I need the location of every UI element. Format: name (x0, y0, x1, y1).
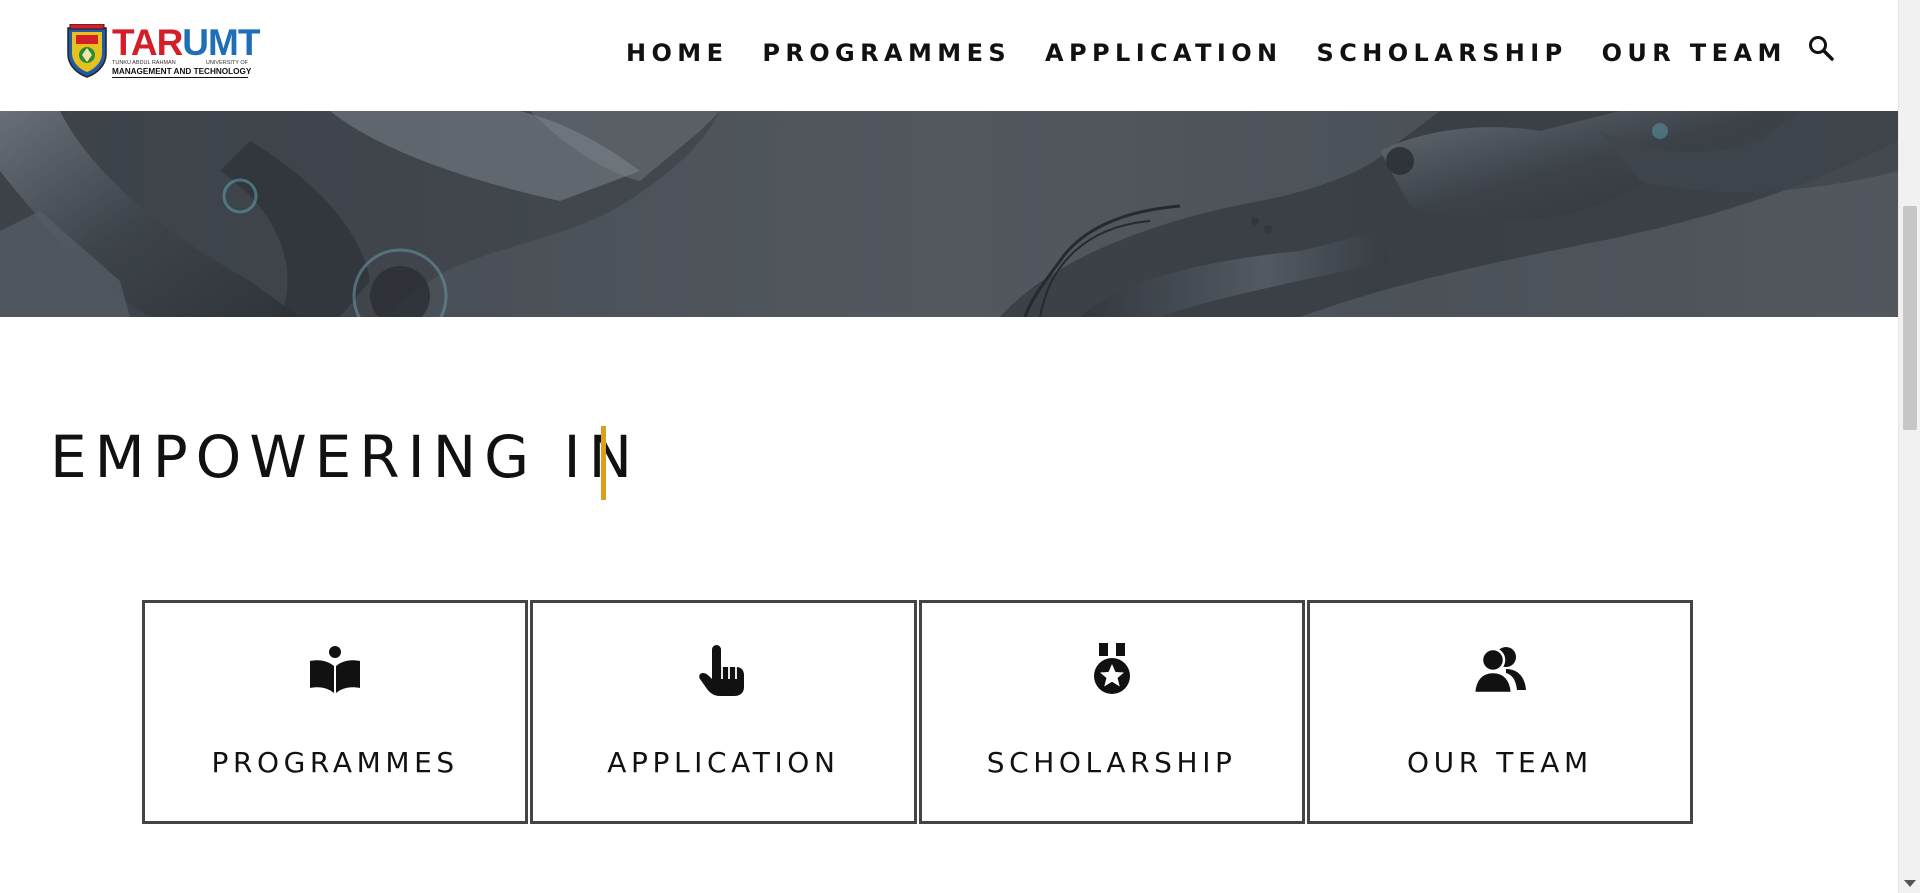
search-icon[interactable] (1806, 34, 1836, 64)
main-nav: HOME PROGRAMMES APPLICATION SCHOLARSHIP … (626, 38, 1787, 68)
nav-scholarship[interactable]: SCHOLARSHIP (1317, 38, 1568, 68)
card-application[interactable]: APPLICATION (530, 600, 917, 824)
nav-application[interactable]: APPLICATION (1045, 38, 1283, 68)
scrollbar-thumb[interactable] (1903, 206, 1917, 430)
robot-arms-illustration (0, 111, 1898, 317)
card-programmes[interactable]: PROGRAMMES (142, 600, 529, 824)
nav-home[interactable]: HOME (626, 38, 728, 68)
logo-tar: TAR (112, 22, 183, 63)
nav-programmes[interactable]: PROGRAMMES (762, 38, 1011, 68)
crest-icon (67, 24, 107, 78)
scroll-down-arrow-icon[interactable] (1904, 880, 1916, 887)
logo-umt: UMT (182, 22, 260, 63)
card-label: OUR TEAM (1406, 746, 1593, 779)
medal-icon (1093, 643, 1130, 694)
card-label: PROGRAMMES (211, 746, 459, 779)
page-scrollbar[interactable] (1898, 0, 1920, 893)
card-our-team[interactable]: OUR TEAM (1306, 600, 1693, 824)
logo-tagline: MANAGEMENT AND TECHNOLOGY (112, 67, 252, 78)
book-reader-icon (310, 646, 361, 693)
tarumt-logo[interactable]: TARUMT TUNKU ABDUL RAHMAN UNIVERSITY OF … (66, 23, 260, 79)
card-label: APPLICATION (607, 746, 840, 779)
typing-cursor (601, 426, 606, 500)
nav-our-team[interactable]: OUR TEAM (1602, 38, 1787, 68)
team-icon (1472, 647, 1526, 695)
hero-banner-image (0, 111, 1898, 317)
quick-links: PROGRAMMES APPLICATION SCHOLARSHIP OUR T… (142, 600, 1693, 824)
card-label: SCHOLARSHIP (986, 746, 1237, 779)
card-scholarship[interactable]: SCHOLARSHIP (918, 600, 1305, 824)
hero-headline: EMPOWERING IN (50, 423, 640, 491)
pointing-hand-icon (699, 645, 745, 696)
site-header: TARUMT TUNKU ABDUL RAHMAN UNIVERSITY OF … (0, 0, 1898, 111)
logo-wordmark: TARUMT (112, 22, 260, 63)
